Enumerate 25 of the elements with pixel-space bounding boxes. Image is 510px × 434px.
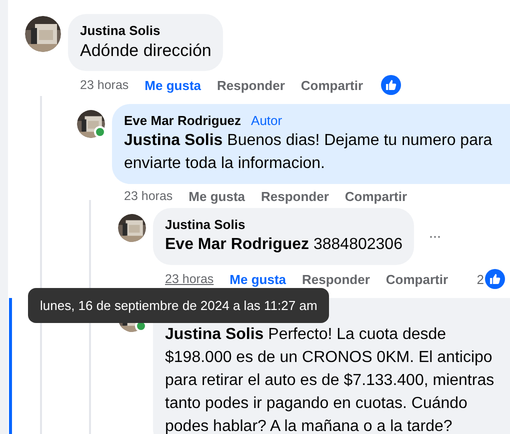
thumbs-up-icon — [381, 75, 402, 95]
comment-time[interactable]: 23 horas — [124, 189, 173, 203]
like-button[interactable]: Me gusta — [144, 78, 201, 92]
comment-text: Justina Solis Perfecto! La cuota desde $198.000 es de un CRONOS 0KM. El anticipo para retirar el auto es de $7.133.400, mientras tanto podes ir pagando en cuotas. Cuándo podes hablar? A la mañana o a la tarde? — [165, 325, 496, 434]
like-button[interactable]: Me gusta — [188, 188, 245, 204]
timestamp-tooltip: lunes, 16 de septiembre de 2024 a las 11:27 am — [28, 288, 330, 323]
reply-button[interactable]: Responder — [217, 78, 285, 92]
comment-author[interactable]: Justina Solis — [80, 22, 160, 39]
share-button[interactable]: Compartir — [386, 272, 448, 286]
comment-author[interactable]: Justina Solis — [165, 216, 246, 233]
thumbs-up-icon — [485, 269, 505, 289]
comment-text: Eve Mar Rodriguez 3884802306 — [165, 235, 402, 255]
share-button[interactable]: Compartir — [300, 78, 364, 92]
more-options-icon[interactable]: ··· — [428, 228, 440, 245]
like-button[interactable]: Me gusta — [230, 272, 286, 286]
reaction-count[interactable]: 2 — [476, 272, 484, 286]
author-label: Autor — [251, 112, 282, 129]
comment-author[interactable]: Eve Mar Rodriguez — [124, 112, 242, 129]
comment-text: Adónde dirección — [80, 40, 212, 62]
share-button[interactable]: Compartir — [344, 188, 408, 204]
comment-time[interactable]: 23 horas — [165, 272, 214, 286]
reply-button[interactable]: Responder — [302, 272, 370, 286]
reply-button[interactable]: Responder — [261, 188, 329, 204]
comment-time[interactable]: 23 horas — [80, 78, 129, 92]
comment-text: Justina Solis Buenos dias! Dejame tu numero para enviarte toda la informacion. — [124, 131, 494, 174]
